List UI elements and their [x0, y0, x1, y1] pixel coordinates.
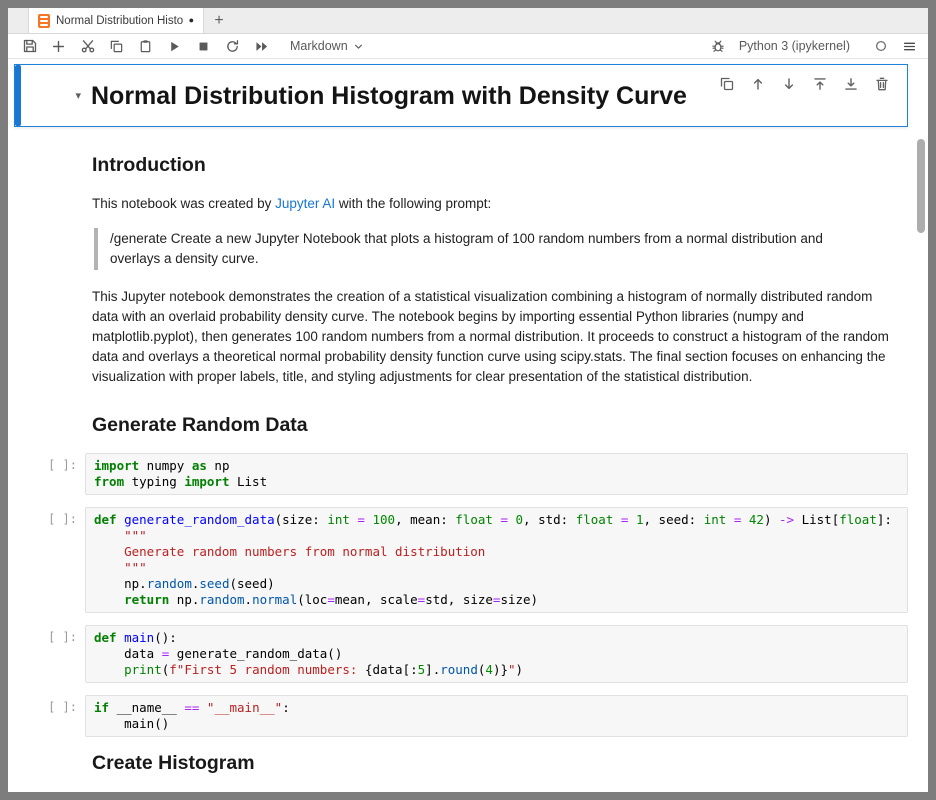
code-cell[interactable]: [ ]:def generate_random_data(size: int =…: [16, 507, 908, 613]
duplicate-icon: [719, 76, 735, 92]
new-tab-button[interactable]: +: [204, 8, 234, 33]
kernel-name[interactable]: Python 3 (ipykernel): [739, 39, 850, 53]
copy-icon: [109, 39, 124, 54]
insert-below-icon: [843, 76, 859, 92]
markdown-cell-generate-heading[interactable]: Generate Random Data: [8, 414, 928, 437]
insert-cell-above-button[interactable]: [812, 76, 828, 92]
trash-icon: [874, 76, 890, 92]
add-cell-button[interactable]: [50, 38, 67, 55]
jupyter-ai-link[interactable]: Jupyter AI: [275, 196, 335, 211]
notebook-tab[interactable]: Normal Distribution Histogr ●: [28, 8, 204, 33]
intro-text-prefix: This notebook was created by: [92, 196, 275, 211]
code-cell[interactable]: [ ]:def main(): data = generate_random_d…: [16, 625, 908, 683]
tab-bar: Normal Distribution Histogr ● +: [8, 8, 928, 34]
code-cell-list: [ ]:import numpy as npfrom typing import…: [8, 453, 928, 737]
cell-type-label: Markdown: [290, 39, 348, 53]
execution-prompt: [ ]:: [16, 625, 85, 683]
restart-run-all-button[interactable]: [253, 38, 270, 55]
menu-button[interactable]: [901, 38, 918, 55]
paste-cells-button[interactable]: [137, 38, 154, 55]
intro-paragraph: This notebook was created by Jupyter AI …: [92, 194, 898, 214]
code-cell[interactable]: [ ]:import numpy as npfrom typing import…: [16, 453, 908, 495]
section-heading-generate: Generate Random Data: [92, 414, 898, 437]
cell-content: Normal Distribution Histogram with Densi…: [91, 65, 907, 126]
bug-icon: [710, 38, 726, 54]
cell-gutter: ▾: [21, 65, 91, 126]
play-icon: [167, 39, 182, 54]
duplicate-cell-button[interactable]: [719, 76, 735, 92]
restart-icon: [225, 39, 240, 54]
arrow-up-icon: [750, 76, 766, 92]
cell-toolbar: [719, 76, 890, 92]
copy-cells-button[interactable]: [108, 38, 125, 55]
code-cell[interactable]: [ ]:if __name__ == "__main__": main(): [16, 695, 908, 737]
restart-kernel-button[interactable]: [224, 38, 241, 55]
markdown-cell-introduction[interactable]: Introduction This notebook was created b…: [8, 154, 928, 387]
chevron-down-icon: [352, 40, 365, 53]
debugger-button[interactable]: [710, 38, 727, 55]
execution-prompt: [ ]:: [16, 507, 85, 613]
code-editor[interactable]: def generate_random_data(size: int = 100…: [85, 507, 908, 613]
cell-type-dropdown[interactable]: Markdown: [290, 39, 365, 53]
intro-text-suffix: with the following prompt:: [335, 196, 491, 211]
description-paragraph: This Jupyter notebook demonstrates the c…: [92, 287, 898, 387]
tab-title: Normal Distribution Histogr: [56, 15, 183, 27]
move-cell-up-button[interactable]: [750, 76, 766, 92]
arrow-down-icon: [781, 76, 797, 92]
prompt-blockquote: /generate Create a new Jupyter Notebook …: [94, 228, 898, 270]
markdown-cell-create-heading[interactable]: Create Histogram: [8, 752, 928, 775]
kernel-status-icon: [872, 38, 889, 55]
jupyter-window: Normal Distribution Histogr ● +: [8, 8, 928, 792]
code-editor[interactable]: import numpy as npfrom typing import Lis…: [85, 453, 908, 495]
execution-prompt: [ ]:: [16, 695, 85, 737]
stop-icon: [196, 39, 211, 54]
delete-cell-button[interactable]: [874, 76, 890, 92]
interrupt-kernel-button[interactable]: [195, 38, 212, 55]
hamburger-icon: [902, 39, 917, 54]
scissors-icon: [80, 38, 96, 54]
clipboard-icon: [138, 39, 153, 54]
execution-prompt: [ ]:: [16, 453, 85, 495]
section-heading-create: Create Histogram: [92, 752, 898, 775]
code-editor[interactable]: if __name__ == "__main__": main(): [85, 695, 908, 737]
notebook-panel[interactable]: ▾ Normal Distribution Histogram with Den…: [8, 59, 928, 792]
scrollbar-thumb[interactable]: [917, 139, 925, 233]
heading-collapse-arrow-icon[interactable]: ▾: [75, 89, 81, 102]
notebook-toolbar: Markdown Python 3 (ipykernel): [8, 34, 928, 59]
insert-cell-below-button[interactable]: [843, 76, 859, 92]
tab-modified-dot-icon[interactable]: ●: [189, 16, 194, 25]
run-cell-button[interactable]: [166, 38, 183, 55]
plus-icon: [51, 39, 66, 54]
save-icon: [22, 38, 38, 54]
save-button[interactable]: [21, 38, 38, 55]
selected-markdown-cell[interactable]: ▾ Normal Distribution Histogram with Den…: [14, 64, 908, 127]
notebook-file-icon: [38, 14, 50, 28]
insert-above-icon: [812, 76, 828, 92]
move-cell-down-button[interactable]: [781, 76, 797, 92]
code-editor[interactable]: def main(): data = generate_random_data(…: [85, 625, 908, 683]
cut-cells-button[interactable]: [79, 38, 96, 55]
fast-forward-icon: [254, 39, 269, 54]
section-heading-introduction: Introduction: [92, 154, 898, 177]
